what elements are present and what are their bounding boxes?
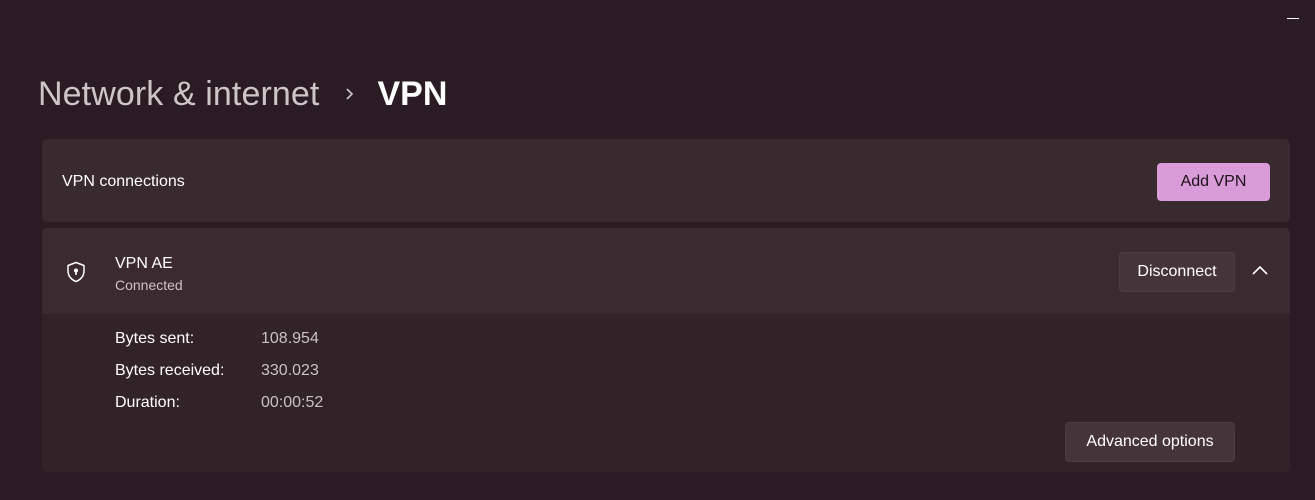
chevron-right-icon [341,85,359,103]
breadcrumb-network-internet[interactable]: Network & internet [38,75,319,114]
stat-row-bytes-sent: Bytes sent: 108.954 [115,330,319,350]
vpn-connections-label: VPN connections [62,173,185,190]
stat-label: Bytes sent: [115,330,195,347]
vpn-status: Connected [115,277,183,293]
minimize-button[interactable] [1285,8,1303,24]
vpn-entry-card: VPN AE Connected Disconnect Bytes sent: … [42,228,1290,472]
add-vpn-button[interactable]: Add VPN [1157,163,1270,201]
vpn-entry-header[interactable]: VPN AE Connected Disconnect [42,228,1290,314]
stat-row-bytes-received: Bytes received: 330.023 [115,362,319,382]
stat-label: Bytes received: [115,362,225,379]
vpn-name: VPN AE [115,255,173,272]
stat-value: 108.954 [261,330,319,347]
advanced-options-button[interactable]: Advanced options [1065,422,1235,462]
breadcrumb: Network & internet VPN [38,72,447,116]
collapse-button[interactable] [1248,261,1272,281]
stat-value: 330.023 [261,362,319,379]
stat-value: 00:00:52 [261,394,324,411]
shield-lock-icon [64,260,88,284]
page-title: VPN [377,74,448,113]
vpn-details-panel: Bytes sent: 108.954 Bytes received: 330.… [42,314,1290,472]
chevron-up-icon [1248,265,1272,285]
vpn-connections-card: VPN connections Add VPN [42,139,1290,222]
stat-row-duration: Duration: 00:00:52 [115,394,323,414]
disconnect-button[interactable]: Disconnect [1119,252,1235,292]
stat-label: Duration: [115,394,180,411]
